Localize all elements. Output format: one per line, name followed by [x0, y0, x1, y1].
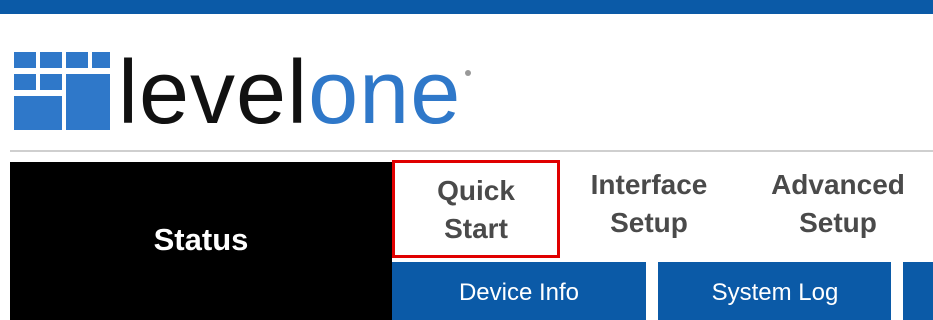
status-label: Status — [153, 222, 249, 257]
logo-registered-dot — [465, 70, 472, 76]
status-menu-item[interactable]: Status — [10, 162, 392, 320]
router-admin-page: levelone Status Quick Start Interface Se… — [0, 0, 933, 320]
subnav-separator — [891, 262, 903, 320]
tab-interface-setup[interactable]: Interface Setup — [566, 166, 732, 242]
tab-quick-start-line2: Start — [444, 213, 508, 244]
tab-quick-start[interactable]: Quick Start — [392, 160, 560, 258]
subnav-item-device-info[interactable]: Device Info — [392, 262, 646, 320]
tab-interface-setup-line2: Setup — [610, 207, 688, 238]
tab-advanced-setup[interactable]: Advanced Setup — [740, 166, 933, 242]
levelone-logo: levelone — [14, 40, 472, 138]
header-divider — [10, 150, 933, 152]
tab-advanced-setup-line1: Advanced — [771, 169, 905, 200]
logo-wordmark: levelone — [118, 48, 472, 138]
top-accent-bar — [0, 0, 933, 14]
tab-interface-setup-line1: Interface — [590, 169, 708, 200]
subnav-bar: Device Info System Log — [392, 262, 933, 320]
tab-quick-start-line1: Quick — [437, 175, 515, 206]
logo-grid-icon — [14, 52, 110, 130]
subnav-item-system-log[interactable]: System Log — [660, 262, 890, 320]
subnav-separator — [646, 262, 658, 320]
logo-word-level: level — [118, 43, 309, 143]
logo-word-one: one — [308, 43, 462, 143]
tab-advanced-setup-line2: Setup — [799, 207, 877, 238]
